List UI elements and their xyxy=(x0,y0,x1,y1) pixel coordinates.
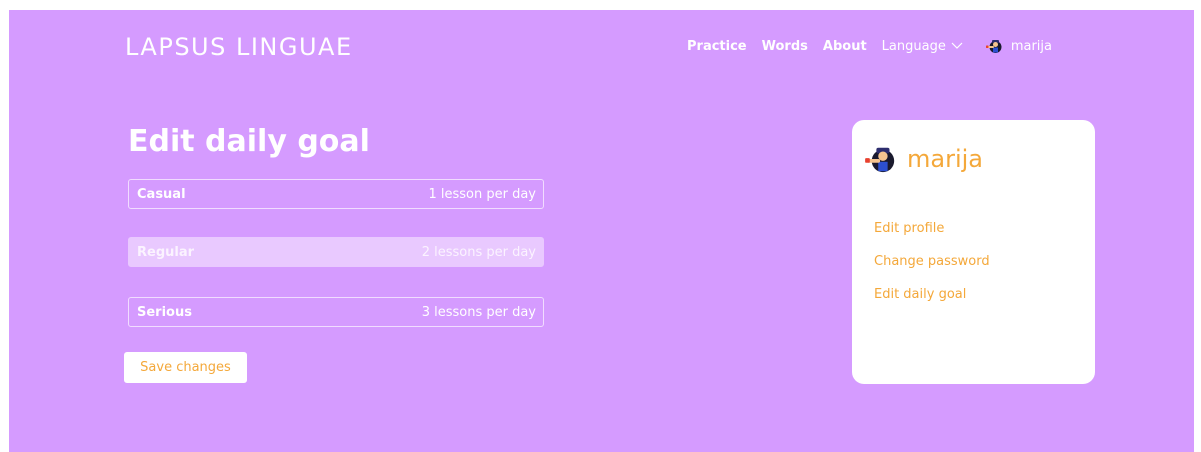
brand-logo[interactable]: LAPSUS LINGUAE xyxy=(125,33,353,61)
goal-name: Serious xyxy=(137,304,192,320)
save-changes-button[interactable]: Save changes xyxy=(124,352,247,383)
nav-about[interactable]: About xyxy=(823,39,867,54)
goal-option-serious[interactable]: Serious 3 lessons per day xyxy=(128,297,544,327)
page: LAPSUS LINGUAE Practice Words About Lang… xyxy=(9,10,1194,452)
goal-description: 3 lessons per day xyxy=(421,304,536,320)
profile-username: marija xyxy=(907,145,983,173)
chevron-down-icon xyxy=(951,42,963,49)
page-title: Edit daily goal xyxy=(128,124,370,159)
goal-option-casual[interactable]: Casual 1 lesson per day xyxy=(128,179,544,209)
language-label: Language xyxy=(881,38,946,54)
goal-description: 2 lessons per day xyxy=(421,244,536,260)
nav-user-menu[interactable]: marija xyxy=(985,38,1052,54)
avatar-icon xyxy=(865,147,895,173)
change-password-link[interactable]: Change password xyxy=(874,252,990,272)
nav-words[interactable]: Words xyxy=(762,39,808,54)
nav-practice[interactable]: Practice xyxy=(687,39,747,54)
goal-name: Casual xyxy=(137,186,186,202)
avatar-icon xyxy=(985,40,1002,53)
profile-card-user: marija xyxy=(865,144,983,174)
goal-option-regular[interactable]: Regular 2 lessons per day xyxy=(128,237,544,267)
goal-description: 1 lesson per day xyxy=(428,186,536,202)
profile-links: Edit profile Change password Edit daily … xyxy=(874,219,990,305)
nav-username: marija xyxy=(1010,38,1052,54)
edit-profile-link[interactable]: Edit profile xyxy=(874,219,990,239)
goal-name: Regular xyxy=(137,244,195,260)
profile-card: marija Edit profile Change password Edit… xyxy=(852,120,1095,384)
edit-daily-goal-link[interactable]: Edit daily goal xyxy=(874,285,990,305)
top-nav: Practice Words About Language marija xyxy=(687,38,1052,54)
language-dropdown[interactable]: Language xyxy=(882,39,963,54)
